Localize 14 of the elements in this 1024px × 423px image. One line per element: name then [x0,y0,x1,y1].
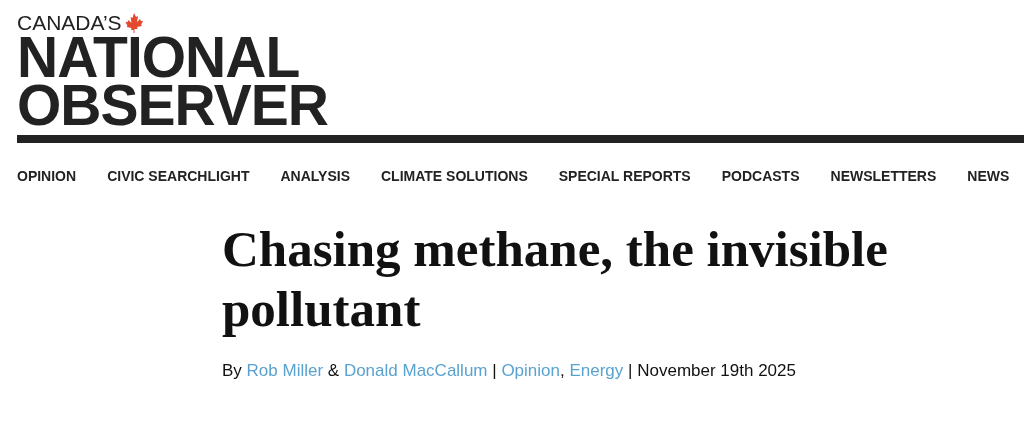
logo-wordmark[interactable]: NATIONAL [17,34,300,80]
nav-link[interactable]: CLIMATE SOLUTIONS [381,167,528,185]
nav-link[interactable]: NEWSLETTERS [830,167,937,185]
nav-link[interactable]: ANALYSIS [280,167,350,185]
logo-wordmark[interactable]: OBSERVER [17,82,328,128]
nav-link[interactable]: NEWS [967,167,1010,185]
maple-leaf-icon [124,13,143,33]
nav-link[interactable]: OPINION [17,167,77,185]
logo-tagline: CANADA’S [17,12,122,34]
article-headline: Chasing methane, the invisible pollutant [222,220,889,339]
nav-link[interactable]: SPECIAL REPORTS [558,167,691,185]
nav-link[interactable]: PODCASTS [721,167,800,185]
byline: By Rob Miller & Donald MacCallum | Opinion, Energy | November 19th 2025 [222,361,797,381]
nav-link[interactable]: CIVIC SEARCHLIGHT [107,167,250,185]
